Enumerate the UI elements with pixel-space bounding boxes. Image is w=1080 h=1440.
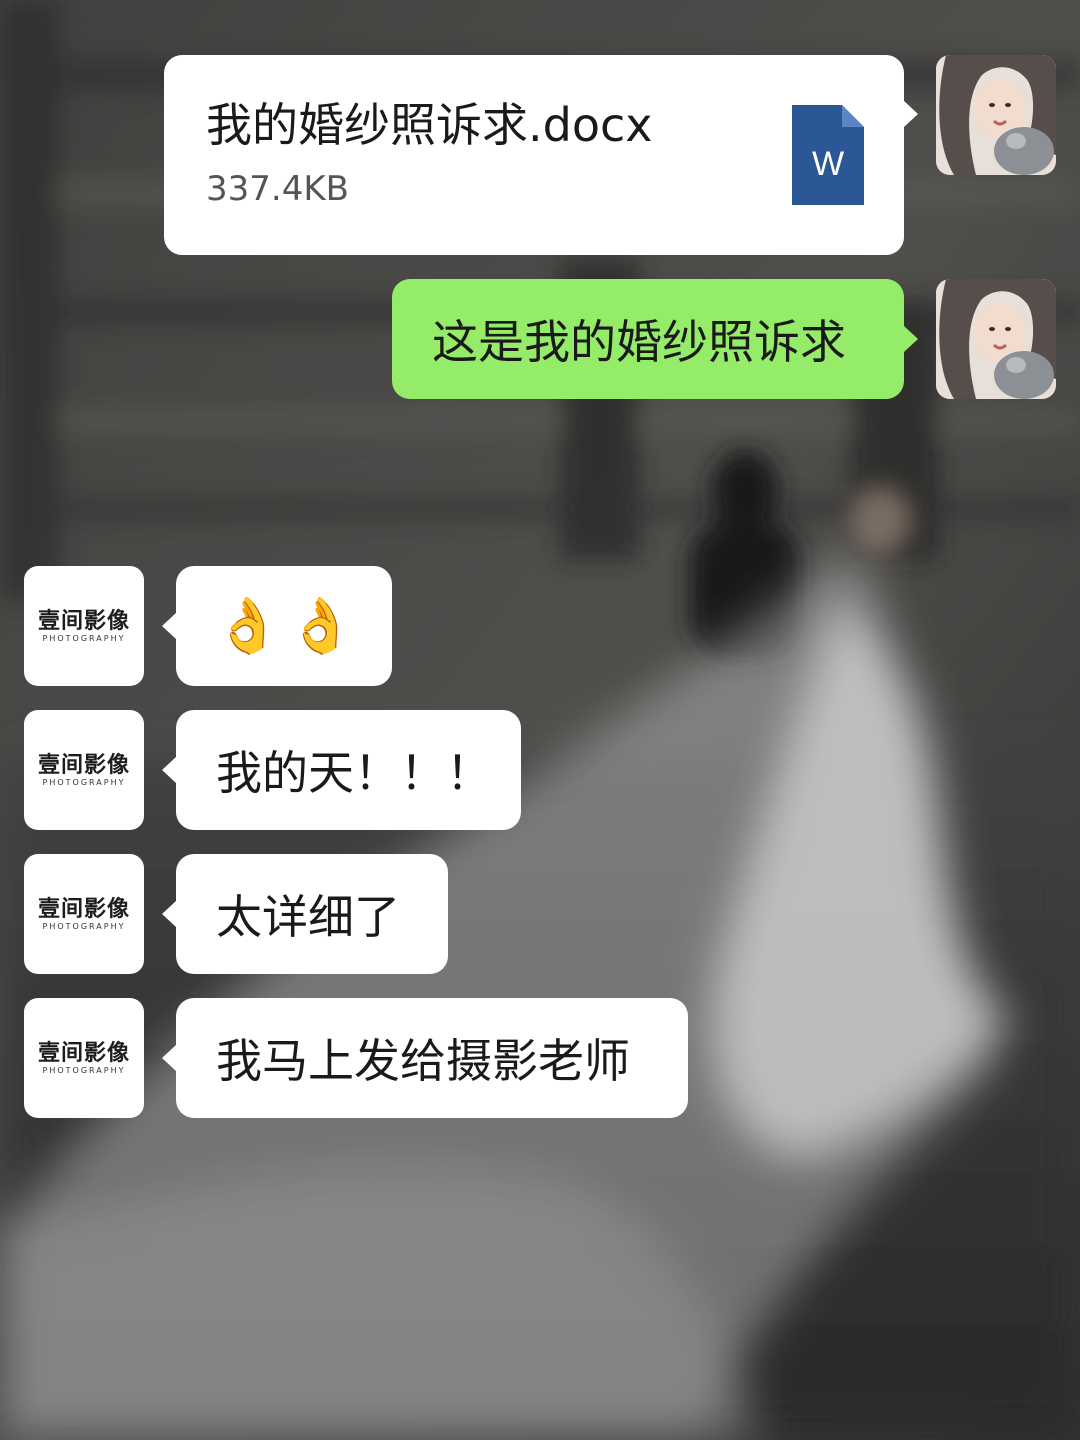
message-row-forward: 壹间影像 PHOTOGRAPHY 我马上发给摄影老师: [0, 998, 1080, 1118]
bubble-tail: [162, 757, 176, 783]
studio-avatar[interactable]: 壹间影像 PHOTOGRAPHY: [24, 566, 144, 686]
bubble-tail: [162, 901, 176, 927]
studio-logo-cn: 壹间影像: [37, 895, 130, 922]
studio-avatar[interactable]: 壹间影像 PHOTOGRAPHY: [24, 854, 144, 974]
studio-logo-cn: 壹间影像: [37, 751, 130, 778]
message-row-detailed: 壹间影像 PHOTOGRAPHY 太详细了: [0, 854, 1080, 974]
emoji-message-bubble[interactable]: 👌👌: [176, 566, 392, 686]
message-text: 我马上发给摄影老师: [216, 1034, 630, 1088]
doc-icon-letter: W: [811, 145, 845, 183]
text-message-bubble[interactable]: 太详细了: [176, 854, 448, 974]
bubble-tail: [904, 326, 918, 352]
message-row-file: 我的婚纱照诉求.docx 337.4KB W: [0, 0, 1080, 260]
file-name: 我的婚纱照诉求.docx: [206, 98, 653, 152]
message-row-emoji: 壹间影像 PHOTOGRAPHY 👌👌: [0, 566, 1080, 686]
studio-logo-en: PHOTOGRAPHY: [42, 633, 126, 643]
studio-logo-en: PHOTOGRAPHY: [42, 777, 126, 787]
text-message-bubble[interactable]: 这是我的婚纱照诉求: [392, 279, 904, 399]
studio-logo-cn: 壹间影像: [37, 607, 130, 634]
studio-logo-en: PHOTOGRAPHY: [42, 921, 126, 931]
message-text: 我的天！！！: [216, 746, 492, 800]
message-row-request: 这是我的婚纱照诉求: [0, 279, 1080, 399]
bubble-tail: [162, 613, 176, 639]
bubble-tail: [904, 101, 918, 127]
message-text: 这是我的婚纱照诉求: [432, 315, 846, 369]
bubble-tail: [162, 1045, 176, 1071]
message-text: 太详细了: [216, 890, 400, 944]
studio-logo-en: PHOTOGRAPHY: [42, 1065, 126, 1075]
user-avatar[interactable]: [936, 55, 1056, 175]
message-row-wow: 壹间影像 PHOTOGRAPHY 我的天！！！: [0, 710, 1080, 830]
studio-avatar[interactable]: 壹间影像 PHOTOGRAPHY: [24, 710, 144, 830]
ok-hand-emoji: 👌👌: [214, 594, 361, 657]
file-size: 337.4KB: [206, 169, 349, 209]
studio-logo-cn: 壹间影像: [37, 1039, 130, 1066]
text-message-bubble[interactable]: 我的天！！！: [176, 710, 521, 830]
studio-avatar[interactable]: 壹间影像 PHOTOGRAPHY: [24, 998, 144, 1118]
word-doc-icon: W: [792, 105, 864, 205]
file-message-bubble[interactable]: 我的婚纱照诉求.docx 337.4KB W: [164, 55, 904, 255]
text-message-bubble[interactable]: 我马上发给摄影老师: [176, 998, 688, 1118]
user-avatar[interactable]: [936, 279, 1056, 399]
